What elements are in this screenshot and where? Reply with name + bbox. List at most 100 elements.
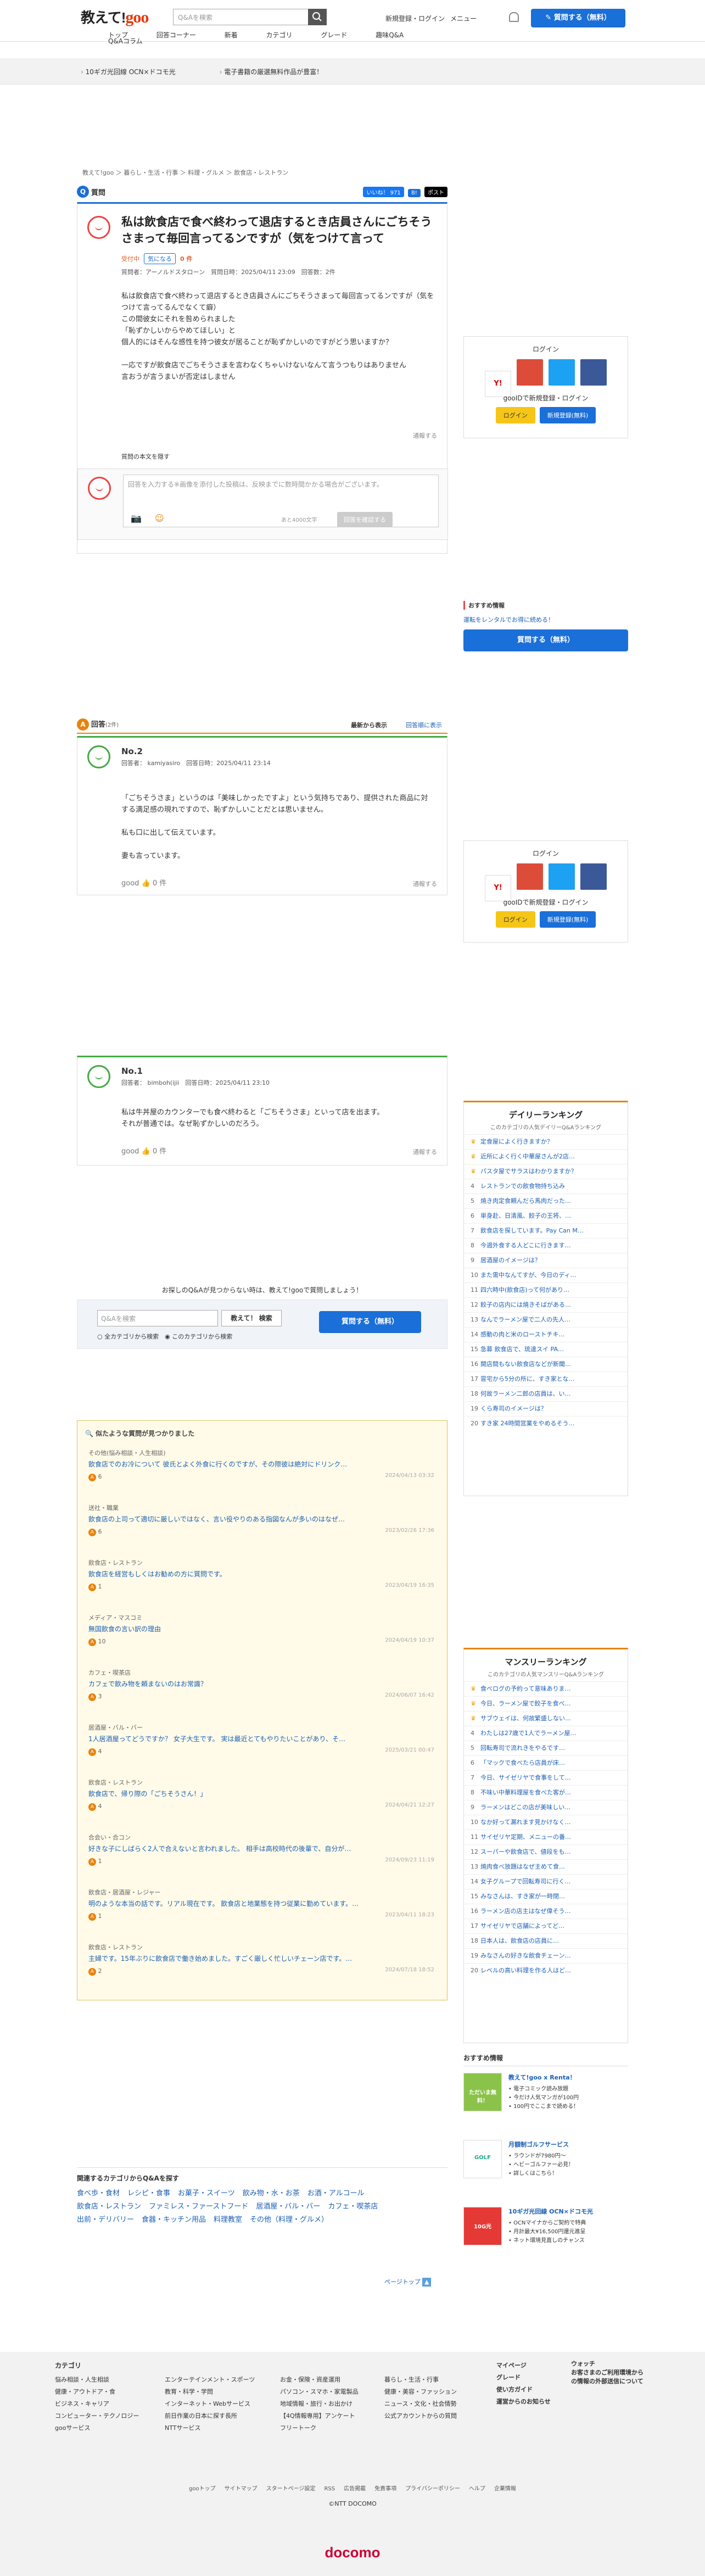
login-button[interactable]: ログイン — [495, 407, 535, 423]
hide-body-link[interactable]: 質問の本文を隠す — [121, 452, 170, 461]
nav-answer[interactable]: 回答コーナー — [156, 31, 196, 39]
ranking-item[interactable]: 6 「マックで食べたら店員が床… — [464, 1755, 628, 1770]
footer-link[interactable]: お金・保険・資産運用 — [280, 2374, 359, 2386]
ranking-item[interactable]: 6 単身赴、日清風、餃子の王将、… — [464, 1208, 628, 1223]
footer-link[interactable]: パソコン・スマホ・家電製品 — [280, 2386, 359, 2398]
related-item[interactable]: 居酒屋・バル・バー 1人居酒屋ってどうですか？ 女子大生です。 実は最近とてもやり… — [88, 1723, 434, 1756]
ranking-item[interactable]: 13 なんでラーメン屋で二人の先人… — [464, 1312, 628, 1327]
promo-link[interactable]: 10ギガ光回線 OCN×ドコモ光 — [81, 68, 176, 76]
ranking-item[interactable]: 10 なか好って漏れます見かけなく… — [464, 1815, 628, 1830]
facebook-like-button[interactable]: いいね！ 971 — [363, 187, 404, 197]
related-item[interactable]: その他(悩み相談・人生相談) 飲食店でのお冷について 彼氏とよく外食に行くのですが… — [88, 1448, 434, 1481]
login-button[interactable]: ログイン — [495, 911, 535, 928]
related-question[interactable]: 明のような本当の話です。リアル現在です。 飲食店と地業態を持つ従業に勤めています… — [88, 1899, 434, 1908]
footer-link[interactable]: フリートーク — [280, 2422, 359, 2434]
category-link[interactable]: ファミレス・ファーストフード — [149, 2200, 248, 2213]
footer-bottom-link[interactable]: ヘルプ — [469, 2486, 485, 2492]
login-link[interactable]: 新規登録・ログイン — [385, 15, 445, 23]
radio-this-category[interactable]: ◉ このカテゴリから検索 — [165, 1333, 232, 1340]
sponsored-item[interactable]: 10G光 10ギガ光回線 OCN×ドコモ光 • OCNマイナからご契約で特典 • 月計… — [463, 2207, 628, 2267]
ranking-item[interactable]: 7 飲食店を探しています。Pay Can M… — [464, 1223, 628, 1238]
category-link[interactable]: お酒・アルコール — [307, 2187, 365, 2200]
sort-newest[interactable]: 最新から表示 — [351, 721, 387, 729]
ranking-item[interactable]: 15 急募 飲食店で、琉達スイ PA… — [464, 1342, 628, 1357]
footer-link[interactable]: 健康・アウトドア・食 — [55, 2386, 139, 2398]
confirm-reply-button[interactable]: 回答を確認する — [337, 512, 393, 527]
camera-icon[interactable]: 📷 — [131, 513, 142, 523]
ranking-item[interactable]: ♛ 定食屋によく行きますか？ — [464, 1134, 628, 1149]
footer-bottom-link[interactable]: 広告掲載 — [344, 2486, 366, 2492]
category-link[interactable]: その他（料理・グルメ） — [250, 2213, 328, 2227]
sponsored-item[interactable]: GOLF 月額制ゴルフサービス • ラウンドが7980円～ • ヘビーゴルファー必見！… — [463, 2140, 628, 2200]
nav-grade[interactable]: グレード — [321, 31, 347, 39]
footer-link[interactable]: 悩み相談・人生相談 — [55, 2374, 139, 2386]
hatena-button[interactable]: B! — [407, 189, 421, 197]
footer-bottom-link[interactable]: RSS — [324, 2486, 335, 2492]
ranking-item[interactable]: 12 スーパーや飲食店で、値段をも… — [464, 1844, 628, 1859]
ranking-item[interactable]: 7 今日、サイゼリヤで食事をして… — [464, 1770, 628, 1785]
category-link[interactable]: 飲み物・水・お茶 — [243, 2187, 300, 2200]
ranking-item[interactable]: 17 冒宅から5分の所に、すき家とな… — [464, 1371, 628, 1386]
ranking-item[interactable]: 9 居酒屋のイメージは？ — [464, 1253, 628, 1268]
ask-question-button[interactable]: ✎ 質問する（無料） — [531, 9, 625, 27]
emoji-icon[interactable]: ☺ — [155, 513, 164, 523]
google-icon[interactable] — [517, 863, 543, 890]
nav-category[interactable]: カテゴリ — [266, 31, 293, 39]
category-link[interactable]: 飲食店・レストラン — [77, 2200, 141, 2213]
ad-title[interactable]: 10ギガ光回線 OCN×ドコモ光 — [508, 2207, 593, 2216]
ranking-item[interactable]: 5 回転寿司で流れきをやるです… — [464, 1741, 628, 1755]
category-link[interactable]: お菓子・スイーツ — [178, 2187, 235, 2200]
nav-new[interactable]: 新着 — [225, 31, 238, 39]
ranking-item[interactable]: 15 みなさんは、すき家が一時閉… — [464, 1889, 628, 1904]
ad-title[interactable]: 教えて!goo x Renta！ — [508, 2073, 576, 2082]
x-post-button[interactable]: ポスト — [424, 187, 447, 197]
footer-link[interactable]: グレード — [496, 2372, 551, 2384]
footer-bottom-link[interactable]: 免責事項 — [374, 2486, 396, 2492]
category-link[interactable]: カフェ・喫茶店 — [328, 2200, 378, 2213]
report-link[interactable]: 通報する — [413, 879, 437, 888]
ranking-item[interactable]: ♛ パスタ屋でサラスはわかりますか？ — [464, 1164, 628, 1179]
ranking-item[interactable]: 12 餃子の店内には焼きそばがある… — [464, 1297, 628, 1312]
google-icon[interactable] — [517, 359, 543, 386]
related-item[interactable]: 飲食店・居酒屋・レジャー 明のような本当の話です。リアル現在です。 飲食店と地業態… — [88, 1888, 434, 1921]
ranking-item[interactable]: ♛ サブウェイは、何故繁盛しない… — [464, 1711, 628, 1726]
good-button[interactable]: good 👍 0 件 — [121, 877, 166, 888]
footer-link[interactable]: 使い方ガイド — [496, 2384, 551, 2396]
footer-link[interactable]: インターネット・Webサービス — [165, 2398, 255, 2410]
menu-link[interactable]: メニュー — [450, 15, 477, 23]
related-question[interactable]: カフェで飲み物を頼まないのはお常識？ — [88, 1679, 434, 1688]
related-item[interactable]: 飲食店・レストラン 飲食店で、帰り際の「ごちそうさん！」 2024/04/21 12… — [88, 1778, 434, 1811]
search-icon[interactable] — [308, 9, 327, 25]
ranking-item[interactable]: 10 また需中なんてすが、今日のディ… — [464, 1268, 628, 1283]
footer-bottom-link[interactable]: サイトマップ — [225, 2486, 258, 2492]
footer-bottom-link[interactable]: プライバシーポリシー — [405, 2486, 460, 2492]
related-question[interactable]: 1人居酒屋ってどうですか？ 女子大生です。 実は最近とてもやりたいことがあり、そ… — [88, 1734, 434, 1743]
footer-link[interactable]: エンターテインメント・スポーツ — [165, 2374, 255, 2386]
breadcrumb[interactable]: 教えて!goo ＞ 暮らし・生活・行事 ＞ 料理・グルメ ＞ 飲食店・レストラン — [82, 168, 288, 177]
sponsored-item[interactable]: ただいま無料！ 教えて!goo x Renta！ • 電子コミック読み放題 • 今だけ… — [463, 2073, 628, 2133]
related-question[interactable]: 飲食店で、帰り際の「ごちそうさん！」 — [88, 1789, 434, 1798]
footer-bottom-link[interactable]: gooトップ — [189, 2486, 216, 2492]
footer-link[interactable]: 運営からのお知らせ — [496, 2396, 551, 2408]
ask-question-button[interactable]: 質問する（無料） — [319, 1311, 421, 1333]
bell-icon[interactable] — [509, 12, 519, 22]
category-link[interactable]: 居酒屋・バル・バー — [256, 2200, 320, 2213]
footer-bottom-link[interactable]: スタートページ設定 — [266, 2486, 316, 2492]
related-question[interactable]: 飲食店の上司って適切に厳しいではなく、言い役やりのある指図なんが多いのはなぜ… — [88, 1514, 434, 1524]
related-question[interactable]: 飲食店でのお冷について 彼氏とよく外食に行くのですが、その際彼は絶対にドリンク… — [88, 1459, 434, 1469]
related-question[interactable]: 主婦です。15年ぶりに飲食店で働き始めました。すごく厳しく忙しいチェーン店です。… — [88, 1954, 434, 1963]
good-button[interactable]: good 👍 0 件 — [121, 1145, 166, 1156]
ad-title[interactable]: 月額制ゴルフサービス — [508, 2140, 569, 2149]
category-link[interactable]: 料理教室 — [214, 2213, 242, 2227]
report-link[interactable]: 通報する — [413, 1147, 437, 1156]
footer-link[interactable]: ビジネス・キャリア — [55, 2398, 139, 2410]
category-link[interactable]: 食器・キッチン用品 — [142, 2213, 206, 2227]
related-item[interactable]: 飲食店・レストラン 飲食店を経営もしくはお勧めの方に質問です。 2023/04/19… — [88, 1558, 434, 1591]
category-link[interactable]: 食べ歩・食材 — [77, 2187, 120, 2200]
ranking-item[interactable]: 16 開店間もない飲食店などが新聞… — [464, 1357, 628, 1371]
watch-button[interactable]: 気になる — [144, 253, 176, 264]
footer-link[interactable]: gooサービス — [55, 2422, 139, 2434]
footer-link[interactable]: 前日作業の日本に探す長所 — [165, 2410, 255, 2422]
ranking-item[interactable]: ♛ 今日、ラーメン屋で餃子を食べ… — [464, 1696, 628, 1711]
footer-bottom-link[interactable]: 企業情報 — [494, 2486, 516, 2492]
